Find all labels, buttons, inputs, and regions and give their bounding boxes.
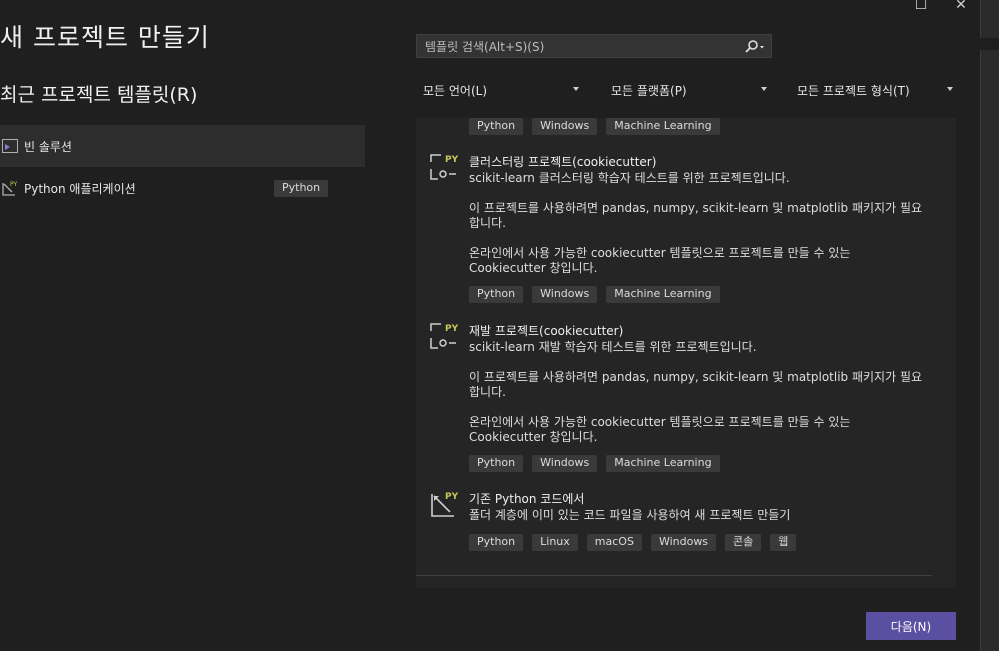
template-requirements-cont: 합니다. (469, 385, 506, 399)
project-type-filter-dropdown[interactable]: 모든 프로젝트 형식(T) (797, 80, 953, 100)
tag: 웹 (770, 534, 797, 551)
template-cookiecutter-note-cont: Cookiecutter 창입니다. (469, 430, 598, 444)
svg-text:PY: PY (445, 324, 459, 334)
svg-text:PY: PY (445, 155, 459, 165)
tag: Windows (650, 534, 717, 551)
tag: Python (469, 455, 524, 472)
next-button[interactable]: 다음(N) (866, 612, 956, 640)
template-title: 클러스터링 프로젝트(cookiecutter) (469, 155, 657, 169)
template-search-box[interactable] (416, 34, 772, 58)
page-title: 새 프로젝트 만들기 (0, 23, 210, 52)
template-cookiecutter-note: 온라인에서 사용 가능한 cookiecutter 템플릿으로 프로젝트를 만들… (469, 246, 851, 260)
language-filter-label: 모든 언어(L) (423, 83, 488, 98)
project-type-filter-label: 모든 프로젝트 형식(T) (797, 83, 910, 98)
python-template-icon: PY (430, 322, 462, 350)
tag: macOS (586, 534, 642, 551)
template-description: scikit-learn 재발 학습자 테스트를 위한 프로젝트입니다. (469, 340, 757, 354)
template-list[interactable]: Python Windows Machine Learning PY 클러스터링 프… (416, 118, 956, 588)
template-tags: Python Windows Machine Learning (469, 455, 729, 472)
tag: 콘솔 (725, 534, 762, 551)
svg-text:PY: PY (445, 492, 459, 502)
recent-item-label: Python 애플리케이션 (24, 181, 136, 196)
recent-item-python-application[interactable]: PY Python 애플리케이션 Python (0, 167, 365, 209)
tag: Machine Learning (606, 286, 720, 303)
svg-text:PY: PY (10, 181, 17, 188)
template-search-input[interactable] (423, 38, 737, 56)
close-button[interactable]: ✕ (946, 0, 976, 12)
right-edge-strip (980, 0, 999, 651)
platform-filter-dropdown[interactable]: 모든 플랫폼(P) (611, 80, 767, 100)
recent-item-label: 빈 솔루션 (24, 139, 72, 154)
tag: Windows (532, 286, 598, 303)
list-divider (416, 575, 932, 576)
template-item-existing-python-code[interactable]: PY 기존 Python 코드에서 폴더 계층에 이미 있는 코드 파일을 사용… (416, 490, 956, 554)
tag: Python (469, 534, 524, 551)
template-requirements-cont: 합니다. (469, 216, 506, 230)
tag: Machine Learning (606, 455, 720, 472)
platform-filter-label: 모든 플랫폼(P) (611, 83, 687, 98)
python-template-icon: PY (430, 153, 462, 181)
edge-accent (980, 38, 999, 50)
search-icon[interactable] (743, 39, 767, 55)
python-tag: Python (274, 180, 329, 197)
template-tags: Python Linux macOS Windows 콘솔 웹 (469, 534, 805, 551)
template-title: 재발 프로젝트(cookiecutter) (469, 324, 624, 338)
recent-item-blank-solution[interactable]: 빈 솔루션 (0, 125, 365, 167)
template-title: 기존 Python 코드에서 (469, 492, 585, 506)
template-item-clustering[interactable]: PY 클러스터링 프로젝트(cookiecutter) scikit-learn… (416, 153, 956, 305)
tag: Python (469, 286, 524, 303)
template-description: scikit-learn 클러스터링 학습자 테스트를 위한 프로젝트입니다. (469, 171, 790, 185)
template-cookiecutter-note-cont: Cookiecutter 창입니다. (469, 261, 598, 275)
blank-solution-icon (0, 136, 20, 156)
template-requirements: 이 프로젝트를 사용하려면 pandas, numpy, scikit-lear… (469, 201, 923, 215)
tag: Windows (532, 455, 598, 472)
tag: Python (469, 118, 524, 135)
edge-divider (980, 0, 981, 651)
template-description: 폴더 계층에 이미 있는 코드 파일을 사용하여 새 프로젝트 만들기 (469, 508, 791, 522)
tag: Windows (532, 118, 598, 135)
chevron-down-icon (947, 87, 953, 91)
template-requirements: 이 프로젝트를 사용하려면 pandas, numpy, scikit-lear… (469, 370, 923, 384)
existing-code-icon: PY (430, 490, 462, 518)
tag: Machine Learning (606, 118, 720, 135)
template-item-regression[interactable]: PY 재발 프로젝트(cookiecutter) scikit-learn 재발… (416, 322, 956, 474)
template-tags: Python Windows Machine Learning (469, 118, 729, 135)
recent-templates-heading: 최근 프로젝트 템플릿(R) (0, 84, 198, 106)
template-cookiecutter-note: 온라인에서 사용 가능한 cookiecutter 템플릿으로 프로젝트를 만들… (469, 415, 851, 429)
python-app-icon: PY (0, 178, 20, 198)
chevron-down-icon (573, 87, 579, 91)
language-filter-dropdown[interactable]: 모든 언어(L) (423, 80, 579, 100)
chevron-down-icon (761, 87, 767, 91)
template-tags: Python Windows Machine Learning (469, 286, 729, 303)
maximize-button[interactable]: ☐ (906, 0, 936, 12)
tag: Linux (532, 534, 578, 551)
